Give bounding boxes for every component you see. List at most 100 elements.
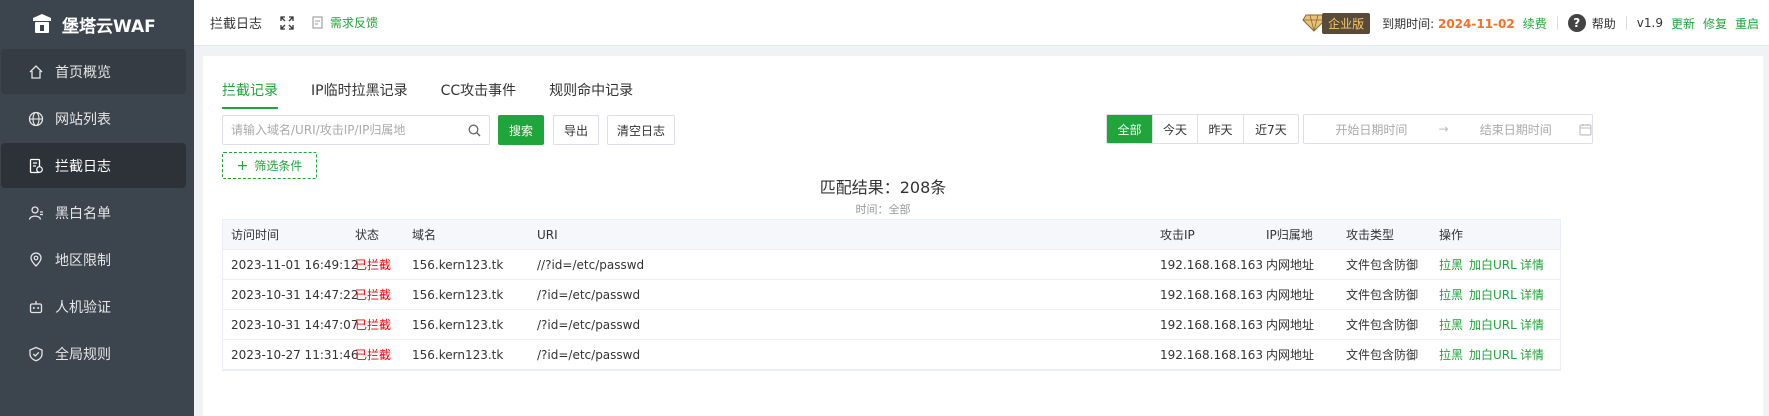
start-date[interactable]: 开始日期时间	[1312, 121, 1431, 138]
range-today[interactable]: 今天	[1153, 115, 1198, 143]
table-row: 2023-11-01 16:49:12 已拦截 156.kern123.tk /…	[223, 250, 1560, 280]
search-icon[interactable]	[468, 124, 481, 137]
sidebar-item-captcha[interactable]: 人机验证	[1, 284, 186, 329]
cell-ip: 192.168.168.163	[1160, 318, 1264, 332]
tab-intercept-records[interactable]: 拦截记录	[222, 80, 278, 109]
date-range-picker[interactable]: 开始日期时间 → 结束日期时间	[1303, 114, 1593, 144]
cell-type: 文件包含防御	[1346, 288, 1419, 302]
range-yesterday[interactable]: 昨天	[1198, 115, 1244, 143]
cell-region: 内网地址	[1266, 258, 1315, 272]
cell-uri: /?id=/etc/passwd	[537, 348, 641, 362]
cell-domain: 156.kern123.tk	[412, 258, 504, 272]
globe-icon	[28, 111, 44, 126]
edit-icon	[312, 16, 323, 29]
cell-status: 已拦截	[355, 318, 392, 332]
brand-name: 堡塔云WAF	[62, 16, 156, 37]
sidebar-item-label: 全局规则	[55, 346, 111, 363]
expire-date: 2024-11-02	[1437, 16, 1515, 31]
page-title: 拦截日志	[210, 17, 263, 32]
log-icon	[29, 158, 43, 173]
details-link[interactable]: 详情	[1520, 250, 1544, 280]
repair-link[interactable]: 修复	[1703, 15, 1727, 32]
fullscreen-icon[interactable]	[280, 15, 294, 30]
end-date[interactable]: 结束日期时间	[1456, 121, 1575, 138]
logo-icon	[33, 14, 51, 33]
cell-ip: 192.168.168.163	[1160, 348, 1264, 362]
col-status: 状态	[355, 228, 380, 242]
search-button[interactable]: 搜索	[498, 115, 544, 145]
log-tabs: 拦截记录 IP临时拉黑记录 CC攻击事件 规则命中记录	[222, 80, 666, 109]
divider	[1556, 16, 1558, 30]
cell-region: 内网地址	[1266, 288, 1315, 302]
edition-label: 企业版	[1322, 12, 1371, 34]
search-input[interactable]	[231, 123, 468, 137]
cell-uri: /?id=/etc/passwd	[537, 318, 641, 332]
col-time[interactable]: 访问时间	[231, 220, 279, 250]
update-link[interactable]: 更新	[1671, 15, 1695, 32]
block-link[interactable]: 拉黑	[1439, 280, 1463, 310]
cell-status: 已拦截	[355, 258, 392, 272]
cell-uri: /?id=/etc/passwd	[537, 288, 641, 302]
feedback-link[interactable]: 需求反馈	[312, 14, 378, 31]
plus-icon: +	[236, 157, 249, 174]
top-bar: 拦截日志 需求反馈 企业版 到期时间: 2024-11-02 续费 ? 帮助 v…	[194, 0, 1769, 46]
sidebar-item-home[interactable]: 首页概览	[1, 49, 186, 94]
robot-icon	[29, 300, 43, 313]
details-link[interactable]: 详情	[1520, 340, 1544, 370]
block-link[interactable]: 拉黑	[1439, 340, 1463, 370]
cell-time: 2023-10-31 14:47:22	[231, 288, 359, 302]
user-list-icon	[28, 205, 43, 220]
whitelist-url-link[interactable]: 加白URL	[1469, 250, 1517, 280]
cell-region: 内网地址	[1266, 348, 1315, 362]
whitelist-url-link[interactable]: 加白URL	[1469, 310, 1517, 340]
whitelist-url-link[interactable]: 加白URL	[1469, 280, 1517, 310]
main-panel: 拦截记录 IP临时拉黑记录 CC攻击事件 规则命中记录 搜索 导出 清空日志 +…	[203, 56, 1763, 416]
export-button[interactable]: 导出	[553, 115, 599, 145]
cell-type: 文件包含防御	[1346, 348, 1419, 362]
calendar-icon	[1579, 123, 1592, 135]
sidebar-item-logs[interactable]: 拦截日志	[1, 143, 186, 188]
search-field	[222, 115, 490, 145]
sidebar-item-label: 网站列表	[55, 111, 111, 128]
range-all[interactable]: 全部	[1107, 115, 1153, 143]
sidebar-item-region[interactable]: 地区限制	[1, 237, 186, 282]
cell-domain: 156.kern123.tk	[412, 348, 504, 362]
help-icon: ?	[1567, 14, 1586, 32]
sidebar-item-label: 首页概览	[55, 64, 111, 81]
cell-uri: //?id=/etc/passwd	[537, 258, 645, 272]
shield-icon	[29, 346, 43, 361]
col-attack-ip: 攻击IP	[1160, 228, 1195, 242]
cell-time: 2023-10-27 11:31:46	[231, 348, 359, 362]
whitelist-url-link[interactable]: 加白URL	[1469, 340, 1517, 370]
clear-logs-button[interactable]: 清空日志	[607, 115, 675, 145]
block-link[interactable]: 拉黑	[1439, 250, 1463, 280]
tab-ip-temp-block[interactable]: IP临时拉黑记录	[311, 80, 408, 109]
feedback-label: 需求反馈	[330, 16, 379, 30]
tab-rule-hits[interactable]: 规则命中记录	[549, 80, 633, 109]
brand[interactable]: 堡塔云WAF	[0, 0, 194, 48]
details-link[interactable]: 详情	[1520, 310, 1544, 340]
cell-ip: 192.168.168.163	[1160, 258, 1264, 272]
block-link[interactable]: 拉黑	[1439, 310, 1463, 340]
cell-status: 已拦截	[355, 348, 392, 362]
range-7days[interactable]: 近7天	[1244, 115, 1298, 143]
restart-link[interactable]: 重启	[1735, 15, 1759, 32]
expire-label: 到期时间:	[1382, 16, 1435, 31]
sidebar-item-blacklist[interactable]: 黑白名单	[1, 190, 186, 235]
renew-link[interactable]: 续费	[1523, 15, 1547, 32]
help-link[interactable]: ? 帮助	[1567, 14, 1616, 32]
sidebar-item-label: 黑白名单	[55, 205, 111, 222]
divider	[1625, 16, 1627, 30]
cell-region: 内网地址	[1266, 318, 1315, 332]
tab-cc-attacks[interactable]: CC攻击事件	[441, 80, 517, 109]
arrow-right-icon: →	[1438, 122, 1449, 136]
sidebar-item-global-rules[interactable]: 全局规则	[1, 331, 186, 376]
sidebar-item-sites[interactable]: 网站列表	[1, 96, 186, 141]
top-right-area: 企业版 到期时间: 2024-11-02 续费 ? 帮助 v1.9 更新 修复 …	[1302, 0, 1759, 46]
match-time-range: 时间：全部	[855, 203, 911, 216]
table-row: 2023-10-31 14:47:22 已拦截 156.kern123.tk /…	[223, 280, 1560, 310]
sidebar: 堡塔云WAF 首页概览 网站列表 拦截日志 黑白名单 地区限制 人机验证 全局规…	[0, 0, 194, 416]
details-link[interactable]: 详情	[1520, 280, 1544, 310]
col-ip-region: IP归属地	[1266, 228, 1313, 242]
edition-badge: 企业版	[1302, 12, 1371, 34]
